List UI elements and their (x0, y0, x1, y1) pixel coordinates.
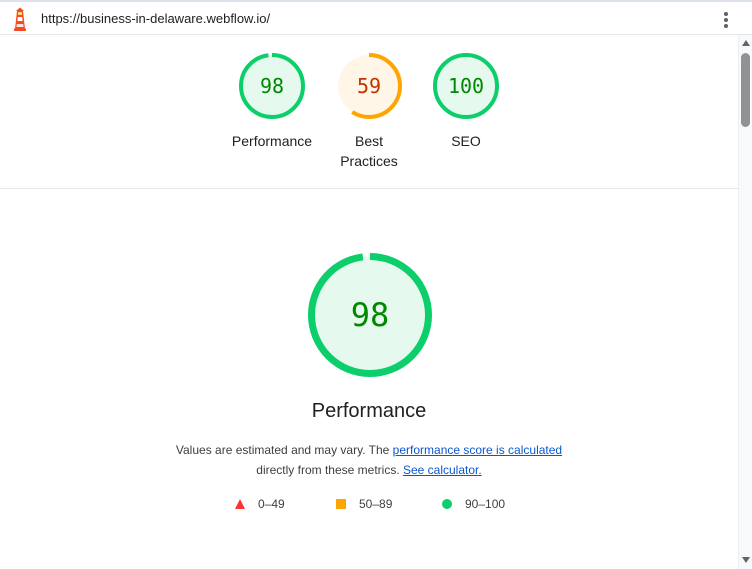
legend-fail: 0–49 (234, 497, 285, 511)
gauge-label: Performance (231, 133, 313, 149)
performance-score-gauge: 98 (239, 53, 305, 119)
description-text: Values are estimated and may vary. The (175, 443, 393, 457)
gauge-label: SEO (451, 133, 481, 149)
legend-pass: 90–100 (441, 497, 505, 511)
performance-main-gauge: 98 (308, 253, 432, 377)
gauge-performance[interactable]: 98 Performance (222, 53, 322, 151)
legend-range: 50–89 (359, 497, 393, 511)
score-scale-legend: 0–49 50–89 90–100 (0, 497, 738, 515)
lighthouse-icon (14, 7, 26, 31)
gauge-score: 100 (448, 74, 484, 98)
seo-score-gauge: 100 (433, 53, 499, 119)
vertical-ellipsis-icon[interactable] (719, 10, 733, 30)
scrollbar-thumb[interactable] (741, 53, 750, 127)
legend-range: 90–100 (465, 497, 506, 511)
see-calculator-link[interactable]: See calculator. (403, 463, 482, 477)
legend-average: 50–89 (335, 497, 392, 511)
scroll-up-arrow-icon[interactable] (741, 38, 751, 48)
gauge-score: 98 (260, 74, 284, 98)
circle-icon (442, 499, 452, 509)
report-content: 98 Performance 59 Best Practices 100 SEO… (0, 35, 738, 569)
legend-range: 0–49 (258, 497, 285, 511)
gauge-best-practices[interactable]: 59 Best Practices (319, 53, 419, 171)
report-header: https://business-in-delaware.webflow.io/ (0, 0, 752, 35)
triangle-icon (235, 499, 245, 509)
gauge-seo[interactable]: 100 SEO (416, 53, 516, 151)
report-url[interactable]: https://business-in-delaware.webflow.io/ (41, 11, 270, 26)
performance-title: Performance (311, 400, 427, 422)
description-text-2: directly from these metrics. (256, 463, 403, 477)
summary-gauges: 98 Performance 59 Best Practices 100 SEO (0, 35, 738, 189)
best-practices-score-gauge: 59 (336, 53, 402, 119)
square-icon (336, 499, 346, 509)
scroll-down-arrow-icon[interactable] (741, 555, 751, 565)
performance-score-link[interactable]: performance score is calculated (393, 443, 562, 457)
performance-description: Values are estimated and may vary. The p… (0, 440, 738, 480)
gauge-label: Best Practices (340, 133, 398, 169)
gauge-score: 98 (351, 296, 390, 334)
gauge-score: 59 (357, 74, 381, 98)
vertical-scrollbar[interactable] (738, 35, 752, 569)
